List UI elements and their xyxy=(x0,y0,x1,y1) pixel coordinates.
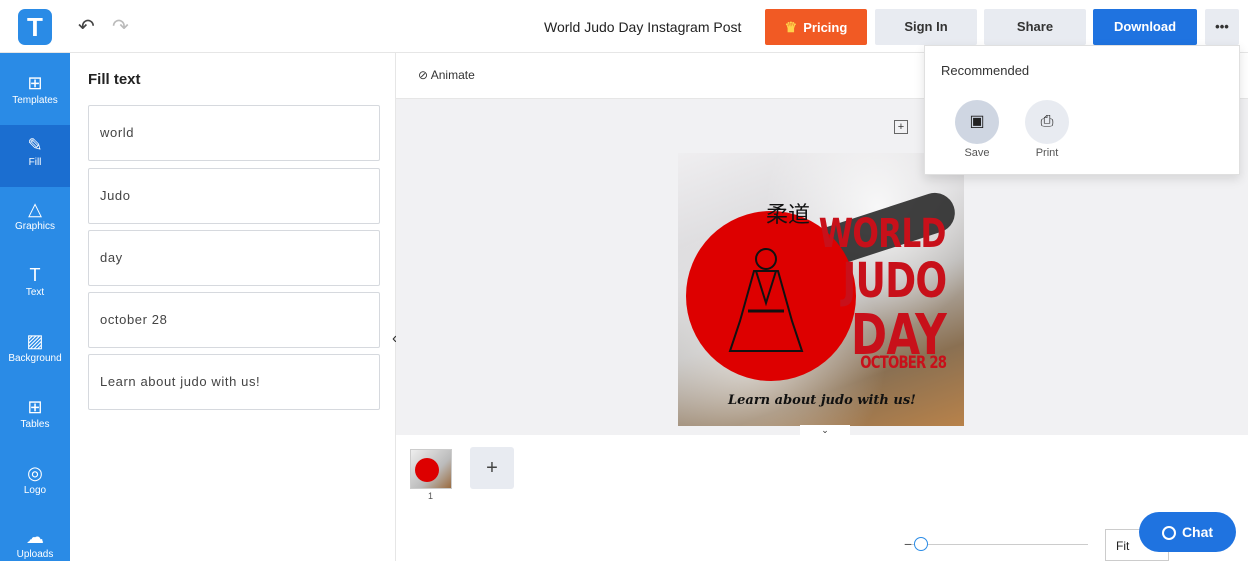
fill-text-field[interactable]: october 28 xyxy=(88,292,380,348)
sidebar-item-label: Text xyxy=(25,287,45,298)
shapes-icon: △ xyxy=(28,199,42,219)
pricing-label: Pricing xyxy=(803,20,848,35)
sidebar-item-uploads[interactable]: ☁ Uploads xyxy=(0,517,70,561)
upload-cloud-icon: ☁ xyxy=(26,527,44,547)
sign-in-button[interactable]: Sign In xyxy=(875,9,977,45)
sidebar-item-label: Graphics xyxy=(14,221,55,232)
kanji-text[interactable]: 柔道 xyxy=(766,205,810,227)
save-button[interactable]: ▣ xyxy=(955,100,999,144)
floppy-disk-icon: ▣ xyxy=(969,113,985,130)
sidebar-item-label: Templates xyxy=(12,95,58,106)
chat-label: Chat xyxy=(1181,524,1214,540)
animate-button[interactable]: ⊘ Animate xyxy=(418,68,475,82)
more-options-dropdown: Recommended ▣ Save ⎙ Print xyxy=(924,45,1240,175)
printer-icon: ⎙ xyxy=(1040,113,1054,130)
chat-button[interactable]: Chat xyxy=(1139,512,1236,552)
pricing-button[interactable]: ♛ Pricing xyxy=(765,9,867,45)
more-options-button[interactable]: ••• xyxy=(1205,9,1239,45)
add-page-button[interactable]: + xyxy=(470,447,514,489)
post-word-judo[interactable]: JUDO xyxy=(842,253,947,309)
logo-icon: ◎ xyxy=(27,463,43,483)
document-title[interactable]: World Judo Day Instagram Post xyxy=(544,19,741,35)
sidebar-item-label: Logo xyxy=(23,485,47,496)
sidebar-item-fill[interactable]: ✎ Fill xyxy=(0,125,70,187)
animate-icon: ⊘ xyxy=(418,68,429,82)
add-element-icon[interactable]: + xyxy=(894,120,908,134)
templates-icon: ⊞ xyxy=(27,73,43,93)
post-word-world[interactable]: WORLD xyxy=(819,211,947,257)
zoom-out-icon[interactable]: − xyxy=(904,536,912,552)
sidebar-item-logo[interactable]: ◎ Logo xyxy=(0,453,70,515)
dropdown-title: Recommended xyxy=(941,63,1030,78)
zoom-slider-handle[interactable] xyxy=(914,537,928,551)
panel-title: Fill text xyxy=(88,71,141,88)
fill-text-field[interactable]: world xyxy=(88,105,380,161)
design-canvas[interactable]: 柔道 WORLD JUDO DAY OCTOBER 28 Learn about… xyxy=(678,153,964,426)
background-icon: ▨ xyxy=(26,331,44,351)
share-button[interactable]: Share xyxy=(984,9,1086,45)
sidebar-item-label: Fill xyxy=(28,157,42,168)
app-logo[interactable]: T xyxy=(18,9,52,45)
sidebar-item-background[interactable]: ▨ Background xyxy=(0,321,70,383)
sidebar-item-graphics[interactable]: △ Graphics xyxy=(0,189,70,251)
fill-text-field[interactable]: Learn about judo with us! xyxy=(88,354,380,410)
sidebar-item-label: Tables xyxy=(20,419,50,430)
sidebar-item-templates[interactable]: ⊞ Templates xyxy=(0,63,70,125)
sidebar-item-tables[interactable]: ⊞ Tables xyxy=(0,387,70,449)
table-icon: ⊞ xyxy=(27,397,43,417)
sidebar-item-label: Background xyxy=(8,353,62,364)
fill-text-panel: Fill text world Judo day october 28 Lear… xyxy=(70,53,396,561)
download-button[interactable]: Download xyxy=(1093,9,1197,45)
print-label: Print xyxy=(1035,147,1059,159)
pencil-icon: ✎ xyxy=(27,135,43,155)
redo-icon[interactable]: ↷ xyxy=(112,14,129,39)
chevron-down-icon[interactable]: ⌄ xyxy=(800,425,850,435)
post-date[interactable]: OCTOBER 28 xyxy=(860,353,947,373)
zoom-slider-track[interactable] xyxy=(912,544,1088,545)
post-tagline[interactable]: Learn about judo with us! xyxy=(728,393,916,408)
crown-icon: ♛ xyxy=(784,19,798,35)
undo-icon[interactable]: ↶ xyxy=(78,14,95,39)
page-number: 1 xyxy=(428,491,434,501)
chat-bubble-icon xyxy=(1161,526,1176,541)
fill-text-field[interactable]: day xyxy=(88,230,380,286)
text-icon: T xyxy=(29,265,41,285)
print-button[interactable]: ⎙ xyxy=(1025,100,1069,144)
fill-text-field[interactable]: Judo xyxy=(88,168,380,224)
sidebar-item-label: Uploads xyxy=(16,549,54,560)
thumbnail-circle xyxy=(415,458,439,482)
left-sidebar: ⊞ Templates ✎ Fill △ Graphics T Text ▨ B… xyxy=(0,53,70,561)
sidebar-item-text[interactable]: T Text xyxy=(0,255,70,317)
judoka-figure-graphic[interactable] xyxy=(726,241,806,361)
save-label: Save xyxy=(964,147,990,159)
animate-label: Animate xyxy=(430,68,475,82)
page-thumbnail[interactable] xyxy=(410,449,452,489)
